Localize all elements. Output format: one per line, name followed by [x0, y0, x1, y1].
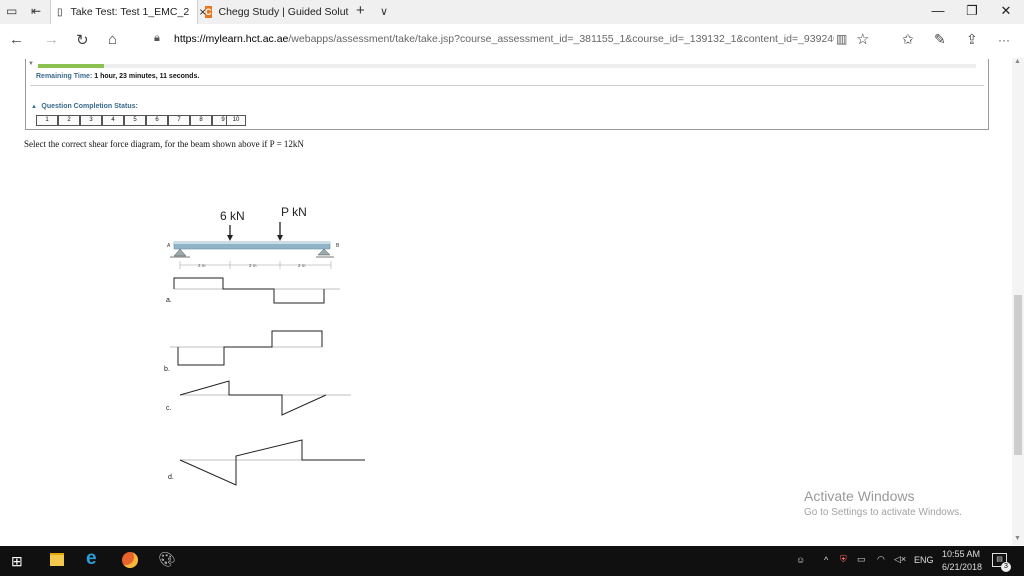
question-7-button[interactable]: 7	[168, 115, 190, 126]
firefox-icon[interactable]	[122, 552, 138, 568]
shear-diagram-c[interactable]	[179, 380, 351, 416]
scroll-up-icon[interactable]: ▲	[1014, 58, 1021, 65]
pin-support-a	[170, 248, 190, 258]
windows-taskbar: ⊞ e 🎨︎ ☺ ^ ⛨ ▭ ◠ ◁× ENG 10:55 AM 6/21/20…	[0, 546, 1024, 576]
volume-icon[interactable]: ◁×	[894, 554, 906, 565]
new-tab-icon[interactable]: +	[356, 2, 365, 19]
option-c-label[interactable]: c.	[166, 405, 172, 412]
beam-highlight	[174, 242, 330, 244]
tab-manager-icon[interactable]: ▭	[6, 4, 17, 18]
shear-diagram-d[interactable]	[179, 439, 365, 486]
question-1-button[interactable]: 1	[36, 115, 58, 126]
reading-view-icon[interactable]: ▥	[836, 32, 847, 46]
tab-label: Chegg Study | Guided Solut	[218, 6, 349, 18]
address-toolbar: ← → ↻ ⌂ 🔒︎ https://mylearn.hct.ac.ae/web…	[0, 24, 1024, 59]
beam-shear-figure: 6 kN P kN A B 2 m 2 m 2 m a. b. c. d.	[164, 205, 365, 486]
load-p-label: P kN	[281, 205, 307, 219]
load-arrow-6kn	[227, 225, 233, 241]
load-6kn-label: 6 kN	[220, 209, 245, 223]
clock-time[interactable]: 10:55 AM	[942, 549, 980, 559]
span-2-label: 2 m	[249, 263, 257, 268]
url-text: https://mylearn.hct.ac.ae/webapps/assess…	[174, 33, 834, 45]
favorite-star-icon[interactable]: ☆	[856, 30, 869, 48]
paint-app-icon[interactable]: 🎨︎	[158, 551, 176, 568]
span-1-label: 2 m	[198, 263, 206, 268]
support-b-label: B	[336, 243, 340, 249]
forward-arrow-icon[interactable]: →	[44, 31, 59, 48]
shear-diagram-b[interactable]	[170, 330, 323, 366]
scrollbar-thumb[interactable]	[1014, 295, 1022, 455]
file-explorer-icon[interactable]	[50, 553, 64, 566]
question-3-button[interactable]: 3	[80, 115, 102, 126]
tray-expand-icon[interactable]: ^	[824, 555, 828, 565]
remaining-time: Remaining Time: 1 hour, 23 minutes, 11 s…	[36, 73, 200, 80]
tab-label: Take Test: Test 1_EMC_2	[70, 6, 190, 18]
lock-icon: 🔒︎	[154, 32, 160, 44]
span-3-label: 2 m	[298, 263, 306, 268]
language-indicator[interactable]: ENG	[914, 555, 934, 565]
option-a-label[interactable]: a.	[166, 297, 172, 304]
favorites-hub-icon[interactable]: ✩	[902, 31, 914, 48]
minimize-button[interactable]: —	[928, 3, 948, 18]
activate-windows-title: Activate Windows	[804, 488, 915, 504]
question-4-button[interactable]: 4	[102, 115, 124, 126]
clock-date[interactable]: 6/21/2018	[942, 562, 982, 572]
back-arrow-icon[interactable]: ←	[9, 31, 24, 48]
question-8-button[interactable]: 8	[190, 115, 212, 126]
more-menu-icon[interactable]: ···	[998, 33, 1010, 47]
security-icon[interactable]: ⛨	[840, 554, 847, 565]
tab-list-chevron-icon[interactable]: ∨	[380, 5, 388, 18]
question-10-button[interactable]: 10	[226, 115, 246, 126]
option-b-label[interactable]: b.	[164, 366, 170, 373]
edge-browser-icon[interactable]: e	[86, 548, 97, 570]
tab-preview-icon[interactable]: ⇤	[31, 4, 41, 18]
support-a-label: A	[167, 243, 171, 249]
question-text: Select the correct shear force diagram, …	[24, 139, 304, 149]
page-icon: ▯	[57, 6, 63, 18]
tab-chegg[interactable]: C Chegg Study | Guided Solut	[200, 0, 348, 24]
notification-count-badge: 3	[1001, 562, 1011, 572]
time-progress-fill	[38, 64, 104, 68]
activate-windows-subtitle: Go to Settings to activate Windows.	[804, 507, 962, 518]
collapse-icon[interactable]: ▼	[28, 61, 34, 67]
refresh-icon[interactable]: ↻	[76, 31, 89, 49]
wifi-icon[interactable]: ◠	[877, 554, 885, 565]
tab-take-test[interactable]: ▯ Take Test: Test 1_EMC_2 ×	[50, 0, 206, 24]
time-progress-track	[38, 64, 976, 68]
roller-support-b	[316, 248, 334, 258]
scroll-down-icon[interactable]: ▼	[1014, 535, 1021, 542]
expand-triangle-icon: ▲	[31, 104, 37, 110]
share-icon[interactable]: ⇪	[966, 31, 978, 48]
people-icon[interactable]: ☺	[796, 555, 805, 565]
home-icon[interactable]: ⌂	[108, 31, 117, 48]
shear-diagram-a[interactable]	[173, 277, 340, 304]
windows-start-icon[interactable]: ⊞	[11, 553, 23, 570]
chegg-logo-icon: C	[205, 6, 212, 18]
browser-title-bar: ▭ ⇤ ▯ Take Test: Test 1_EMC_2 × C Chegg …	[0, 0, 1024, 25]
question-5-button[interactable]: 5	[124, 115, 146, 126]
address-bar[interactable]: 🔒︎ https://mylearn.hct.ac.ae/webapps/ass…	[150, 29, 880, 51]
battery-icon[interactable]: ▭	[857, 554, 866, 565]
restore-button[interactable]: ❐	[962, 3, 982, 19]
load-arrow-p	[277, 222, 283, 241]
option-d-label[interactable]: d.	[168, 474, 174, 481]
close-window-button[interactable]: ✕	[996, 3, 1016, 19]
question-6-button[interactable]: 6	[146, 115, 168, 126]
web-note-pen-icon[interactable]: ✎	[934, 31, 946, 48]
divider	[30, 85, 984, 86]
completion-status-header[interactable]: ▲ Question Completion Status:	[31, 95, 138, 113]
question-2-button[interactable]: 2	[58, 115, 80, 126]
